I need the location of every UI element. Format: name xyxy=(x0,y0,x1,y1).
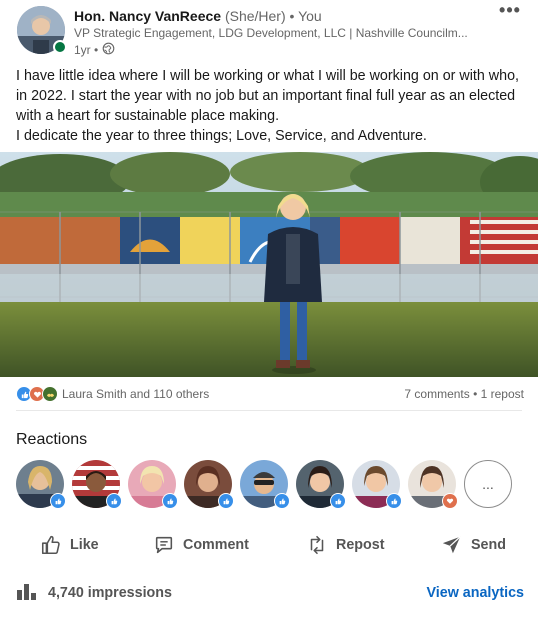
like-badge-icon xyxy=(218,493,234,509)
post-paragraph: I have little idea where I will be worki… xyxy=(16,68,520,124)
globe-icon xyxy=(102,42,115,58)
online-status-indicator xyxy=(53,40,67,54)
author-headline: VP Strategic Engagement, LDG Development… xyxy=(74,26,468,40)
more-reactors-button[interactable]: ... xyxy=(464,460,512,508)
post-footer: 4,740 impressions View analytics xyxy=(16,582,524,604)
comments-reposts-count[interactable]: 7 comments • 1 repost xyxy=(404,387,524,401)
repost-icon xyxy=(306,534,328,556)
comment-button[interactable]: Comment xyxy=(153,528,249,562)
author-name[interactable]: Hon. Nancy VanReece xyxy=(74,8,221,24)
post-header: Hon. Nancy VanReece (She/Her) • You VP S… xyxy=(0,0,538,62)
reaction-type-icons[interactable] xyxy=(16,386,58,402)
repost-label: Repost xyxy=(336,537,385,553)
like-badge-icon xyxy=(386,493,402,509)
like-badge-icon xyxy=(50,493,66,509)
reactors-summary[interactable]: Laura Smith and 110 others xyxy=(62,387,209,401)
comment-label: Comment xyxy=(183,537,249,553)
like-badge-icon xyxy=(274,493,290,509)
author-avatar[interactable] xyxy=(17,6,67,56)
reactor-avatar[interactable] xyxy=(352,460,402,509)
reactor-avatar[interactable] xyxy=(16,460,66,509)
reactor-avatar[interactable] xyxy=(408,460,458,509)
post-age: 1yr • xyxy=(74,43,99,57)
reactor-avatar[interactable] xyxy=(128,460,178,509)
send-button[interactable]: Send xyxy=(441,528,506,562)
post-paragraph: I dedicate the year to three things; Lov… xyxy=(16,128,427,144)
impressions: 4,740 impressions xyxy=(16,581,172,605)
reactions-heading: Reactions xyxy=(16,431,88,448)
send-icon xyxy=(441,534,463,556)
divider xyxy=(16,410,522,411)
bar-chart-icon xyxy=(16,581,38,605)
post-photo-illustration xyxy=(0,152,538,377)
post-body: I have little idea where I will be worki… xyxy=(16,66,526,146)
reactor-avatar[interactable] xyxy=(296,460,346,509)
reactor-avatar[interactable] xyxy=(184,460,234,509)
like-badge-icon xyxy=(330,493,346,509)
comment-icon xyxy=(153,534,175,556)
support-reaction-icon xyxy=(42,386,58,402)
more-reactors-label: ... xyxy=(482,476,494,492)
post-image[interactable] xyxy=(0,152,538,377)
thumbs-up-icon xyxy=(40,534,62,556)
love-badge-icon xyxy=(442,493,458,509)
like-badge-icon xyxy=(106,493,122,509)
reactor-avatar[interactable] xyxy=(72,460,122,509)
author-pronouns: (She/Her) xyxy=(224,8,286,24)
like-button[interactable]: Like xyxy=(40,528,99,562)
author-line: Hon. Nancy VanReece (She/Her) • You xyxy=(74,8,322,24)
more-options-icon[interactable]: ••• xyxy=(498,1,522,22)
reactors-list: ... xyxy=(16,460,512,510)
post-time: 1yr • xyxy=(74,42,115,58)
reactor-avatar[interactable] xyxy=(240,460,290,509)
author-relation: • You xyxy=(289,8,322,24)
view-analytics-link[interactable]: View analytics xyxy=(427,585,525,601)
like-badge-icon xyxy=(162,493,178,509)
repost-button[interactable]: Repost xyxy=(306,528,384,562)
like-label: Like xyxy=(70,537,99,553)
action-bar: Like Comment Repost Send xyxy=(0,528,538,562)
send-label: Send xyxy=(471,537,506,553)
impressions-count: 4,740 impressions xyxy=(48,585,172,601)
social-counts-bar: Laura Smith and 110 others 7 comments • … xyxy=(16,384,524,404)
